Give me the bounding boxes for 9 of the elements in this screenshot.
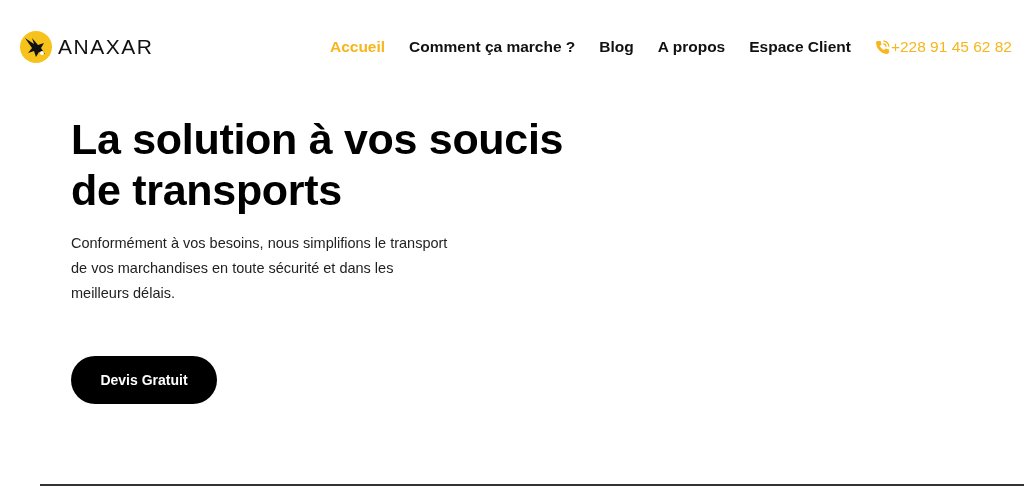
nav-link[interactable]: A propos — [657, 38, 726, 56]
hero-text: Conformément à vos besoins, nous simplifions le transport de vos marchandises en toute sécurité et dans les meilleurs délais. — [71, 234, 449, 303]
hero-title: La solution à vos soucis de transports — [71, 114, 565, 216]
nav-link[interactable]: Blog — [599, 38, 634, 56]
quote-button[interactable]: Devis Gratuit — [71, 356, 217, 404]
logo-text: ANAXAR — [58, 35, 154, 59]
nav-link[interactable]: Espace Client — [749, 38, 851, 56]
phone-icon — [874, 39, 890, 55]
nav-link[interactable]: Comment ça marche ? — [409, 38, 576, 56]
